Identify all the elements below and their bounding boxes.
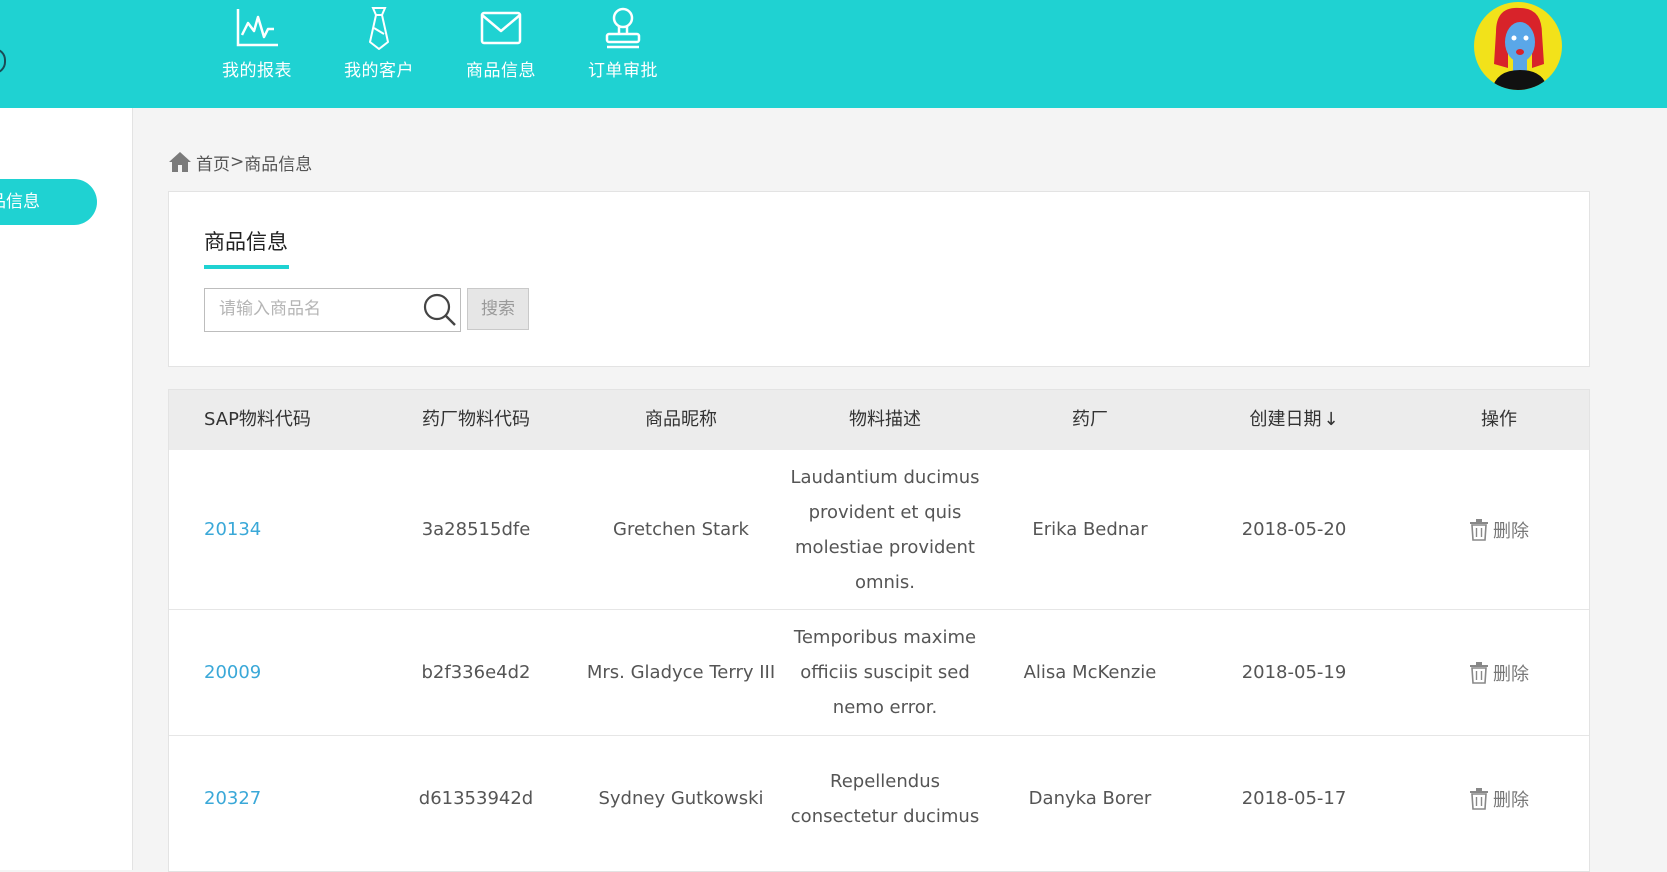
nav-item-reports[interactable]: 我的报表 <box>196 0 318 108</box>
line-chart-icon <box>233 6 281 50</box>
breadcrumb: 首页 > 商品信息 <box>168 148 312 176</box>
column-header-description: 物料描述 <box>849 409 921 430</box>
delete-label: 删除 <box>1493 520 1529 542</box>
trash-icon <box>1470 518 1488 541</box>
logo-fragment <box>0 48 6 74</box>
delete-action[interactable]: 删除 <box>1389 610 1589 735</box>
avatar[interactable] <box>1474 2 1562 90</box>
search-input[interactable] <box>205 289 429 329</box>
delete-action[interactable]: 删除 <box>1389 736 1589 861</box>
table-header: SAP物料代码 药厂物料代码 商品昵称 物料描述 药厂 创建日期 ↓ 操作 <box>169 390 1589 450</box>
nav-item-label: 我的报表 <box>222 61 292 81</box>
stamp-icon <box>599 6 647 50</box>
delete-action[interactable]: 删除 <box>1389 450 1589 609</box>
main-nav: 我的报表 我的客户 商品信息 订单审批 <box>196 0 684 108</box>
factory-cell: Danyka Borer <box>1028 788 1152 809</box>
product-table: SAP物料代码 药厂物料代码 商品昵称 物料描述 药厂 创建日期 ↓ 操作 201… <box>168 389 1590 872</box>
table-row: 20009 b2f336e4d2 Mrs. Gladyce Terry III … <box>169 610 1589 736</box>
factory-code-cell: 3a28515dfe <box>421 519 531 540</box>
sort-desc-icon: ↓ <box>1323 409 1339 430</box>
nav-item-label: 我的客户 <box>344 61 414 81</box>
column-header-nickname: 商品昵称 <box>645 409 717 430</box>
breadcrumb-separator: > <box>230 152 245 172</box>
factory-code-cell: b2f336e4d2 <box>421 662 531 683</box>
search-panel: 商品信息 搜索 <box>168 191 1590 367</box>
sap-code-link[interactable]: 20134 <box>204 450 364 609</box>
sap-code-link[interactable]: 20327 <box>204 736 364 861</box>
search-icon[interactable] <box>422 292 458 328</box>
home-icon[interactable] <box>168 150 192 174</box>
delete-label: 删除 <box>1493 663 1529 685</box>
created-date-cell: 2018-05-19 <box>1241 662 1347 683</box>
top-navbar: 我的报表 我的客户 商品信息 订单审批 <box>0 0 1667 108</box>
sidebar-item-label: 品信息 <box>0 192 40 212</box>
title-underline <box>204 265 289 269</box>
created-date-label: 创建日期 <box>1249 409 1322 430</box>
panel-title: 商品信息 <box>204 230 288 254</box>
search-button[interactable]: 搜索 <box>467 288 529 330</box>
nav-item-order-approval[interactable]: 订单审批 <box>562 0 684 108</box>
created-date-cell: 2018-05-17 <box>1241 788 1347 809</box>
breadcrumb-home-link[interactable]: 首页 <box>196 150 230 175</box>
nav-item-label: 订单审批 <box>588 61 658 81</box>
nav-item-label: 商品信息 <box>466 61 536 81</box>
nickname-cell: Gretchen Stark <box>613 519 749 540</box>
sidebar-item-product-info[interactable]: 品信息 <box>0 179 97 225</box>
sidebar: 品信息 <box>0 108 133 870</box>
factory-cell: Erika Bednar <box>1032 519 1148 540</box>
column-header-created-date[interactable]: 创建日期 ↓ <box>1184 390 1404 450</box>
breadcrumb-current: 商品信息 <box>244 154 313 175</box>
trash-icon <box>1470 787 1488 810</box>
column-header-factory-code: 药厂物料代码 <box>422 409 530 430</box>
nav-item-customers[interactable]: 我的客户 <box>318 0 440 108</box>
nickname-cell: Sydney Gutkowski <box>598 788 764 809</box>
description-cell: Temporibus maxime officiis suscipit sed … <box>793 627 977 718</box>
column-header-sap-code: SAP物料代码 <box>204 409 311 430</box>
created-date-cell: 2018-05-20 <box>1241 519 1347 540</box>
nav-item-products[interactable]: 商品信息 <box>440 0 562 108</box>
factory-cell: Alisa McKenzie <box>1023 662 1157 683</box>
delete-label: 删除 <box>1493 789 1529 811</box>
column-header-factory: 药厂 <box>1072 409 1108 430</box>
tie-icon <box>355 6 403 50</box>
factory-code-cell: d61353942d <box>418 788 534 809</box>
table-row: 20134 3a28515dfe Gretchen Stark Laudanti… <box>169 450 1589 610</box>
description-cell: Laudantium ducimus provident et quis mol… <box>790 466 980 593</box>
column-header-actions: 操作 <box>1481 409 1517 430</box>
mail-icon <box>477 6 525 50</box>
nickname-cell: Mrs. Gladyce Terry III <box>586 662 776 683</box>
description-cell: Repellendus consectetur ducimus <box>790 770 980 827</box>
search-box <box>204 288 461 332</box>
table-row: 20327 d61353942d Sydney Gutkowski Repell… <box>169 736 1589 861</box>
sap-code-link[interactable]: 20009 <box>204 610 364 735</box>
trash-icon <box>1470 661 1488 684</box>
